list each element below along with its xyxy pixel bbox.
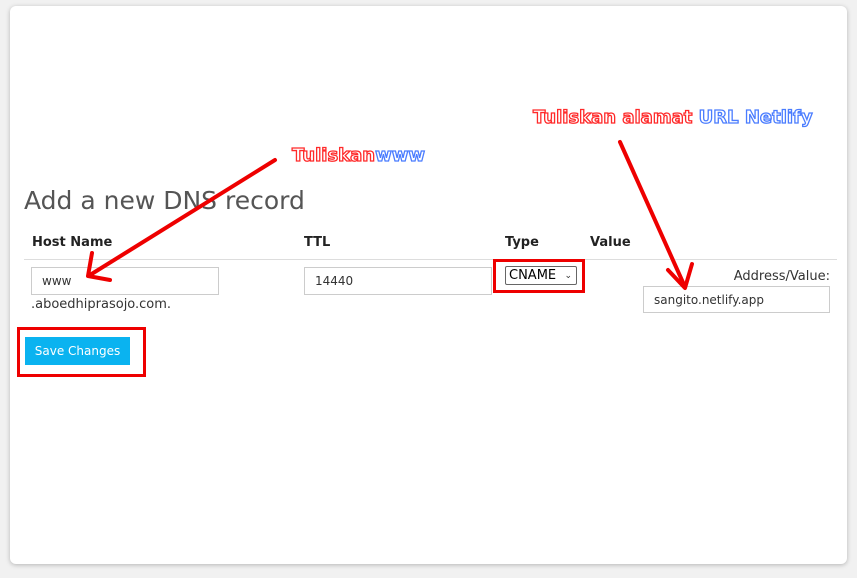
value-arrow-icon [618, 140, 687, 289]
host-arrow-icon [88, 158, 277, 277]
annotation-arrows [86, 140, 694, 290]
